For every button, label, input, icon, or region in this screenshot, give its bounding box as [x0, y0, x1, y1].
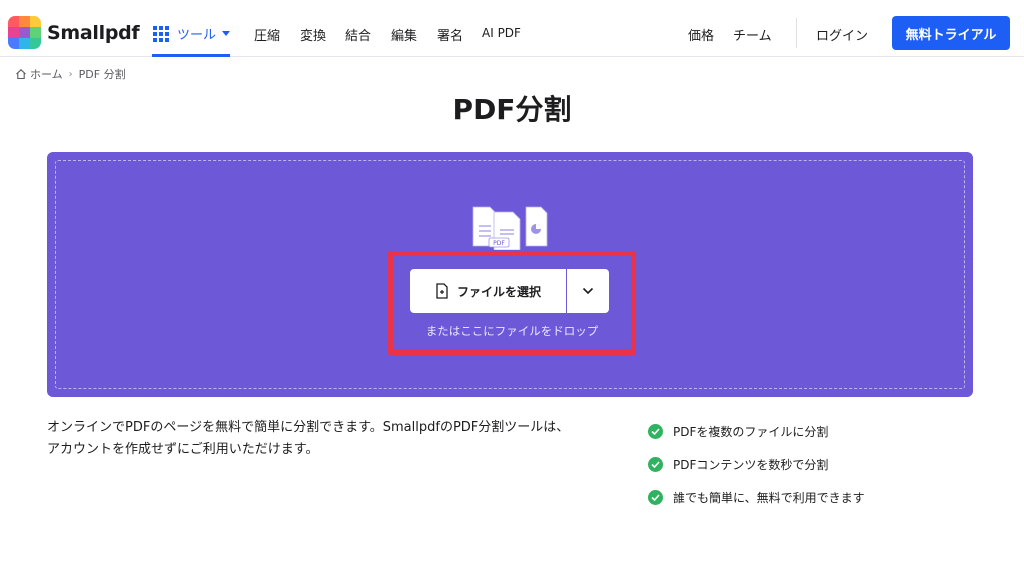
page-title: PDF分割: [452, 93, 572, 126]
nav-tools-active-indicator: [152, 54, 230, 57]
logo-text: Smallpdf: [47, 21, 140, 44]
caret-down-icon: [222, 31, 231, 36]
file-add-icon: [436, 283, 448, 299]
feature-text: 誰でも簡単に、無料で利用できます: [673, 491, 865, 505]
nav-item-pricing[interactable]: 価格: [688, 25, 714, 44]
logo-mark-icon: [8, 16, 41, 49]
free-trial-button[interactable]: 無料トライアル: [892, 16, 1010, 50]
tool-description: オンラインでPDFのページを無料で簡単に分割できます。SmallpdfのPDF分…: [47, 420, 570, 457]
select-file-button[interactable]: ファイルを選択: [410, 269, 566, 313]
illustration-pdf-label: PDF: [493, 240, 505, 247]
feature-item: PDFを複数のファイルに分割: [648, 415, 865, 448]
nav-item-merge[interactable]: 結合: [345, 25, 371, 44]
nav-item-edit[interactable]: 編集: [391, 25, 417, 44]
tools-grid-icon: [153, 25, 169, 42]
feature-text: PDFを複数のファイルに分割: [673, 425, 829, 439]
breadcrumb-current: PDF 分割: [78, 68, 126, 81]
nav-item-ai-pdf[interactable]: AI PDF: [482, 26, 521, 40]
home-icon: [16, 69, 26, 80]
feature-item: 誰でも簡単に、無料で利用できます: [648, 481, 865, 514]
breadcrumb-home-link[interactable]: ホーム: [30, 66, 63, 82]
login-link[interactable]: ログイン: [816, 25, 868, 44]
nav-tools-label: ツール: [177, 28, 217, 43]
nav-item-convert[interactable]: 変換: [300, 25, 326, 44]
feature-item: PDFコンテンツを数秒で分割: [648, 448, 865, 481]
check-circle-icon: [648, 424, 663, 439]
check-circle-icon: [648, 457, 663, 472]
breadcrumb-separator-icon: ›: [68, 68, 73, 80]
chevron-down-icon: [582, 287, 594, 295]
top-header: Smallpdf ツール 圧縮 変換 結合 編集 署名 AI PDF 価格 チー…: [0, 0, 1024, 57]
check-circle-icon: [648, 490, 663, 505]
smallpdf-logo[interactable]: Smallpdf: [8, 16, 140, 49]
select-file-label: ファイルを選択: [456, 284, 541, 299]
nav-tools-menu[interactable]: ツール: [153, 24, 231, 43]
breadcrumb: ホーム › PDF 分割: [15, 66, 126, 82]
nav-item-sign[interactable]: 署名: [437, 25, 463, 44]
feature-list: PDFを複数のファイルに分割 PDFコンテンツを数秒で分割 誰でも簡単に、無料で…: [648, 415, 865, 514]
header-divider: [796, 18, 797, 48]
drop-hint-text: またはここにファイルをドロップ: [425, 324, 599, 338]
split-files-illustration-icon: PDF: [472, 206, 548, 250]
feature-text: PDFコンテンツを数秒で分割: [673, 458, 829, 472]
nav-item-compress[interactable]: 圧縮: [254, 25, 280, 44]
nav-item-team[interactable]: チーム: [733, 25, 772, 44]
select-source-dropdown-button[interactable]: [567, 269, 609, 313]
